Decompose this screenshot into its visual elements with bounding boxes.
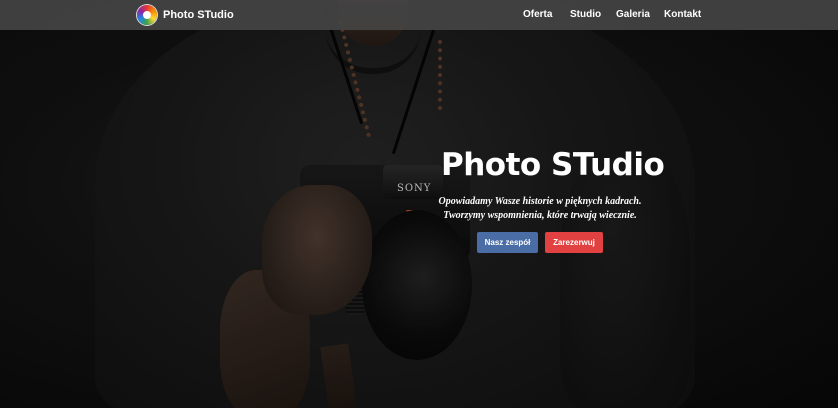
book-button[interactable]: Zarezerwuj: [545, 232, 603, 253]
hero-title: Photo STudio: [441, 147, 665, 183]
our-team-button[interactable]: Nasz zespół: [477, 232, 538, 253]
nav-links: Oferta Studio Galeria Kontakt: [0, 0, 838, 30]
navbar: Photo STudio Oferta Studio Galeria Konta…: [0, 0, 838, 30]
tagline-line-1: Opowiadamy Wasze historie w pięknych kad…: [438, 196, 642, 207]
hero-background-photo: SONY: [0, 0, 838, 408]
hero-tagline: Opowiadamy Wasze historie w pięknych kad…: [439, 195, 642, 223]
nav-link-kontakt[interactable]: Kontakt: [664, 9, 701, 20]
hero-overlay: [0, 0, 838, 408]
tagline-line-2: Tworzymy wspomnienia, które trwają wiecz…: [443, 210, 637, 221]
nav-link-galeria[interactable]: Galeria: [616, 9, 650, 20]
nav-link-studio[interactable]: Studio: [570, 9, 601, 20]
nav-link-oferta[interactable]: Oferta: [523, 9, 552, 20]
